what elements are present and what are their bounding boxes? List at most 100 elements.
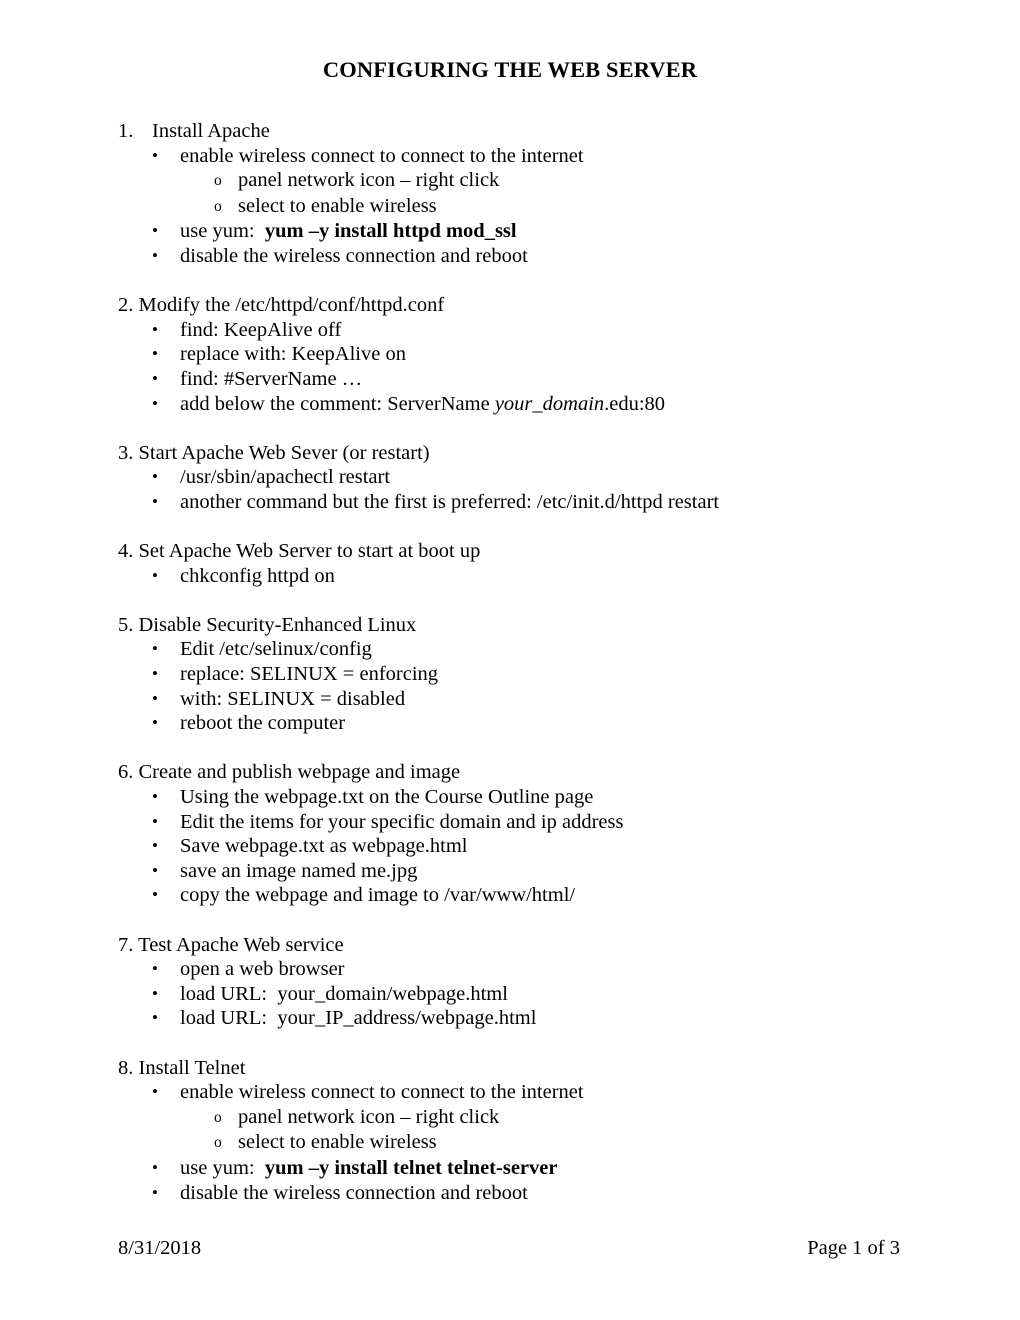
- sub-bullet-item: o panel network icon – right click: [0, 1105, 1020, 1131]
- section-heading: 5. Disable Security-Enhanced Linux: [0, 613, 1020, 638]
- bullet-item: • save an image named me.jpg: [0, 859, 1020, 884]
- disc-bullet-icon: •: [152, 664, 158, 684]
- disc-bullet-icon: •: [152, 319, 158, 339]
- footer-date: 8/31/2018: [118, 1237, 202, 1259]
- bullet-item: • Using the webpage.txt on the Course Out…: [0, 785, 1020, 810]
- bullet-item: • enable wireless connect to connect to t…: [0, 1080, 1020, 1105]
- outline-section: 1. Install Apache • enable wireless connect…: [0, 119, 1020, 269]
- bullet-item: • open a web browser: [0, 957, 1020, 982]
- bullet-item: • disable the wireless connection and reb…: [0, 244, 1020, 269]
- bullet-text: open a web browser: [180, 958, 345, 981]
- bullet-text: load URL: your_IP_address/webpage.html: [180, 1007, 537, 1030]
- bullet-item: • replace with: KeepAlive on: [0, 342, 1020, 367]
- bullet-item: • Save webpage.txt as webpage.html: [0, 834, 1020, 859]
- disc-bullet-icon: •: [152, 1008, 158, 1028]
- sub-bullet-item: o select to enable wireless: [0, 1130, 1020, 1156]
- section-number: 4.: [118, 540, 134, 563]
- bullet-text: /usr/sbin/apachectl restart: [180, 466, 391, 489]
- section-heading: 6. Create and publish webpage and image: [0, 760, 1020, 785]
- bullet-text-italic: your_domain: [494, 392, 605, 415]
- outline-section: 8. Install Telnet • enable wireless connec…: [0, 1056, 1020, 1206]
- section-heading-text: Set Apache Web Server to start at boot u…: [138, 540, 481, 563]
- bullet-item: • find: KeepAlive off: [0, 318, 1020, 343]
- bullet-text: panel network icon – right click: [238, 169, 500, 192]
- disc-bullet-icon: •: [152, 1182, 158, 1202]
- disc-bullet-icon: •: [152, 393, 158, 413]
- disc-bullet-icon: •: [152, 145, 158, 165]
- bullet-text: Using the webpage.txt on the Course Outl…: [180, 786, 594, 809]
- bullet-text-tail: .edu:80: [604, 392, 666, 415]
- section-heading: 2. Modify the /etc/httpd/conf/httpd.conf: [0, 293, 1020, 318]
- disc-bullet-icon: •: [152, 1157, 158, 1177]
- bullet-item: • disable the wireless connection and reb…: [0, 1181, 1020, 1206]
- disc-bullet-icon: •: [152, 983, 158, 1003]
- outline-section: 6. Create and publish webpage and image •…: [0, 760, 1020, 908]
- section-heading: 4. Set Apache Web Server to start at boo…: [0, 539, 1020, 564]
- bullet-text: replace with: KeepAlive on: [180, 343, 406, 366]
- section-heading-text: Modify the /etc/httpd/conf/httpd.conf: [138, 294, 445, 317]
- disc-bullet-icon: •: [152, 565, 158, 585]
- bullet-text: find: #ServerName …: [180, 367, 363, 390]
- bullet-text: find: KeepAlive off: [180, 318, 342, 341]
- bullet-text: with: SELINUX = disabled: [180, 687, 406, 710]
- outline-section: 3. Start Apache Web Sever (or restart) • /…: [0, 441, 1020, 515]
- bullet-item: • with: SELINUX = disabled: [0, 687, 1020, 712]
- bullet-item: • Edit the items for your specific domain…: [0, 810, 1020, 835]
- bullet-item: • reboot the computer: [0, 711, 1020, 736]
- section-heading-text: Install Apache: [152, 120, 270, 142]
- bullet-text: copy the webpage and image to /var/www/h…: [180, 884, 576, 907]
- sub-bullet-item: o select to enable wireless: [0, 194, 1020, 220]
- disc-bullet-icon: •: [152, 1082, 158, 1102]
- bullet-item: • copy the webpage and image to /var/www/…: [0, 883, 1020, 908]
- bullet-text: use yum:: [180, 220, 265, 243]
- bullet-item: • use yum: yum –y install httpd mod_ssl: [0, 219, 1020, 244]
- bullet-item: • add below the comment: ServerName your_…: [0, 392, 1020, 417]
- bullet-item: • enable wireless connect to connect to t…: [0, 144, 1020, 169]
- section-heading: 3. Start Apache Web Sever (or restart): [0, 441, 1020, 466]
- section-number: 1.: [118, 120, 134, 142]
- document-page: CONFIGURING THE WEB SERVER 1. Install Apa…: [0, 0, 1020, 1320]
- bullet-text: panel network icon – right click: [238, 1105, 500, 1128]
- bullet-text: Save webpage.txt as webpage.html: [180, 835, 468, 858]
- bullet-item: • Edit /etc/selinux/config: [0, 637, 1020, 662]
- circle-bullet-icon: o: [214, 1134, 222, 1152]
- section-heading-text: Create and publish webpage and image: [138, 761, 461, 784]
- disc-bullet-icon: •: [152, 713, 158, 733]
- disc-bullet-icon: •: [152, 639, 158, 659]
- bullet-text-bold: yum –y install telnet telnet-server: [264, 1156, 558, 1179]
- outline-section: 7. Test Apache Web service • open a web br…: [0, 933, 1020, 1031]
- bullet-item: • /usr/sbin/apachectl restart: [0, 465, 1020, 490]
- section-heading: 7. Test Apache Web service: [0, 933, 1020, 958]
- disc-bullet-icon: •: [152, 959, 158, 979]
- outline-section: 5. Disable Security-Enhanced Linux • Edit …: [0, 613, 1020, 736]
- section-number: 7.: [118, 933, 134, 956]
- section-heading: 8. Install Telnet: [0, 1056, 1020, 1081]
- circle-bullet-icon: o: [214, 197, 222, 215]
- page-title: CONFIGURING THE WEB SERVER: [322, 57, 698, 82]
- bullet-text: save an image named me.jpg: [180, 859, 418, 882]
- disc-bullet-icon: •: [152, 885, 158, 905]
- section-heading-text: Test Apache Web service: [138, 933, 344, 956]
- bullet-text: chkconfig httpd on: [180, 564, 335, 587]
- disc-bullet-icon: •: [152, 688, 158, 708]
- bullet-item: • use yum: yum –y install telnet telnet-s…: [0, 1156, 1020, 1181]
- circle-bullet-icon: o: [214, 172, 222, 190]
- section-number: 5.: [118, 613, 134, 636]
- disc-bullet-icon: •: [152, 467, 158, 487]
- document-body: 1. Install Apache • enable wireless connect…: [0, 119, 1020, 1205]
- sub-bullet-item: o panel network icon – right click: [0, 168, 1020, 194]
- bullet-text-bold: yum –y install httpd mod_ssl: [264, 220, 517, 243]
- bullet-text: select to enable wireless: [238, 194, 437, 217]
- bullet-item: • chkconfig httpd on: [0, 564, 1020, 589]
- bullet-text: add below the comment: ServerName: [180, 392, 495, 415]
- bullet-item: • replace: SELINUX = enforcing: [0, 662, 1020, 687]
- disc-bullet-icon: •: [152, 491, 158, 511]
- bullet-text: Edit /etc/selinux/config: [180, 638, 372, 661]
- disc-bullet-icon: •: [152, 221, 158, 241]
- disc-bullet-icon: •: [152, 811, 158, 831]
- disc-bullet-icon: •: [152, 836, 158, 856]
- section-heading-text: Start Apache Web Sever (or restart): [138, 441, 430, 464]
- section-number: 3.: [118, 441, 134, 464]
- section-heading-text: Disable Security-Enhanced Linux: [138, 613, 417, 636]
- bullet-text: Edit the items for your specific domain …: [180, 810, 624, 833]
